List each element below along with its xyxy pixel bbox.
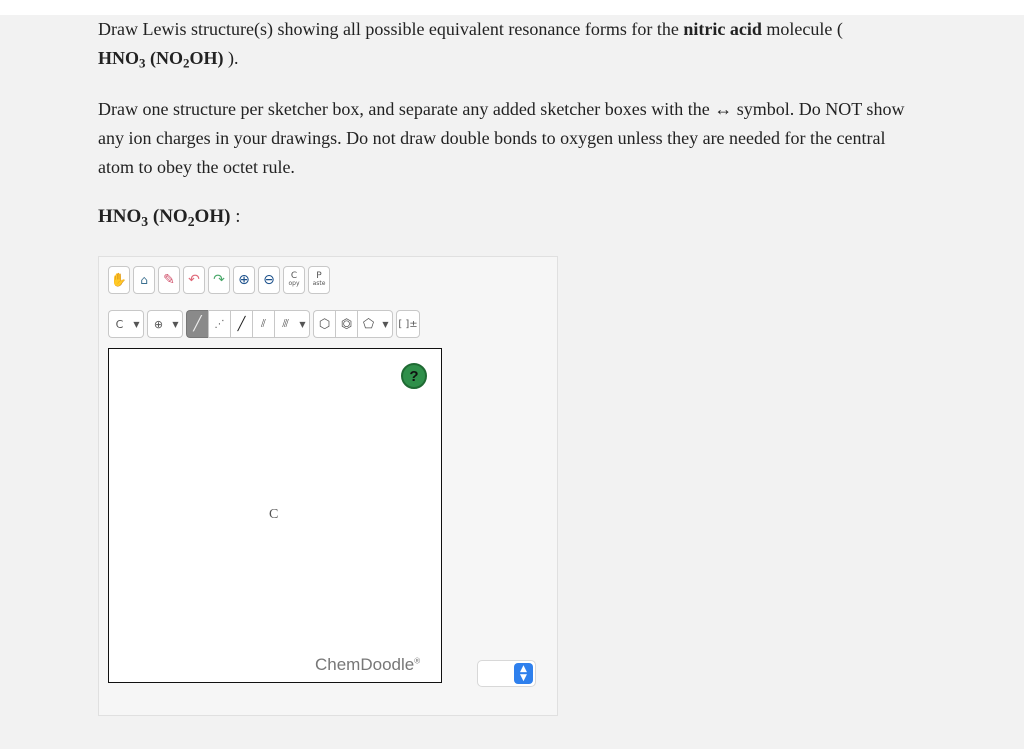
prompt-text-end: molecule ( [761, 19, 843, 39]
charge-button[interactable]: ⊕ [147, 310, 169, 338]
question-prompt: Draw Lewis structure(s) showing all poss… [98, 15, 918, 73]
toolbar-row-2: C ▼ ⊕ ▼ ╱ ⋰ ╱ ⫽ ⫻ ▼ ⬡ ⏣ ⬠ ▼ [ ]± [108, 310, 420, 338]
benzene-button[interactable]: ⏣ [335, 310, 357, 338]
help-icon: ? [409, 367, 419, 385]
chevron-down-icon: ▼ [382, 319, 389, 329]
atom-dropdown[interactable]: ▼ [130, 310, 144, 338]
chevron-down-icon: ▼ [172, 319, 179, 329]
dashed-bond-icon: ⋰ [214, 318, 225, 330]
zoom-out-icon: ⊖ [263, 272, 275, 288]
dashed-bond-button[interactable]: ⋰ [208, 310, 230, 338]
hand-tool-button[interactable]: ✋ [108, 266, 130, 294]
compound-name: nitric acid [683, 19, 762, 39]
triple-bond-button[interactable]: ⫻ [274, 310, 296, 338]
benzene-icon: ⏣ [340, 316, 353, 332]
question-area: Draw Lewis structure(s) showing all poss… [0, 15, 1024, 749]
zoom-out-button[interactable]: ⊖ [258, 266, 280, 294]
sketcher-canvas[interactable]: ? C ChemDoodle® [108, 348, 442, 683]
charge-dropdown[interactable]: ▼ [169, 310, 183, 338]
prompt-text: Draw Lewis structure(s) showing all poss… [98, 19, 684, 39]
chevron-down-icon: ▼ [299, 319, 306, 329]
paste-button[interactable]: Paste [308, 266, 330, 294]
cyclohexane-button[interactable]: ⬡ [313, 310, 335, 338]
wedge-bond-icon: ╱ [237, 316, 246, 332]
zoom-in-button[interactable]: ⊕ [233, 266, 255, 294]
hexagon-icon: ⬡ [318, 316, 331, 332]
prompt-close: ). [223, 48, 239, 68]
select-arrows-icon: ▲ ▼ [514, 663, 533, 684]
redo-icon: ↷ [213, 272, 225, 288]
cyclopentane-button[interactable]: ⬠ [357, 310, 379, 338]
structure-label: HNO3 (NO2OH) : [98, 206, 241, 229]
clear-icon: ⌂ [140, 273, 148, 287]
hand-icon: ✋ [110, 272, 128, 288]
carbon-atom[interactable]: C [269, 507, 278, 523]
bracket-icon: [ ]± [398, 318, 418, 330]
atom-label: C [115, 317, 124, 331]
undo-icon: ↶ [188, 272, 200, 288]
wedge-bond-button[interactable]: ╱ [230, 310, 252, 338]
resonance-select[interactable]: ▲ ▼ [477, 660, 536, 687]
toolbar-row-1: ✋ ⌂ ✎ ↶ ↷ ⊕ ⊖ Copy Paste [108, 266, 330, 294]
chevron-down-icon: ▼ [133, 319, 140, 329]
instructions: Draw one structure per sketcher box, and… [98, 99, 905, 177]
single-bond-icon: ╱ [193, 316, 202, 332]
top-bar [0, 0, 1024, 15]
single-bond-button[interactable]: ╱ [186, 310, 208, 338]
eraser-button[interactable]: ✎ [158, 266, 180, 294]
sketcher-panel: ✋ ⌂ ✎ ↶ ↷ ⊕ ⊖ Copy Paste C ▼ ⊕ ▼ ╱ ⋰ ╱ ⫽ ⫻ ▼ ⬡ ⏣… [98, 256, 558, 716]
charge-icon: ⊕ [153, 317, 164, 331]
bracket-charge-button[interactable]: [ ]± [396, 310, 420, 338]
clear-button[interactable]: ⌂ [133, 266, 155, 294]
help-button[interactable]: ? [401, 363, 427, 389]
undo-button[interactable]: ↶ [183, 266, 205, 294]
prompt-formula: HNO3 (NO2OH) [98, 48, 224, 71]
ring-dropdown[interactable]: ▼ [379, 310, 393, 338]
bond-dropdown[interactable]: ▼ [296, 310, 310, 338]
double-bond-icon: ⫽ [261, 317, 266, 330]
zoom-in-icon: ⊕ [238, 272, 250, 288]
redo-button[interactable]: ↷ [208, 266, 230, 294]
copy-icon: C [290, 271, 298, 281]
double-bond-button[interactable]: ⫽ [252, 310, 274, 338]
triple-bond-icon: ⫻ [282, 317, 289, 330]
eraser-icon: ✎ [163, 272, 175, 288]
copy-button[interactable]: Copy [283, 266, 305, 294]
atom-label-button[interactable]: C [108, 310, 130, 338]
paste-icon: P [316, 271, 322, 281]
pentagon-icon: ⬠ [362, 316, 375, 332]
chemdoodle-logo: ChemDoodle® [315, 655, 421, 674]
